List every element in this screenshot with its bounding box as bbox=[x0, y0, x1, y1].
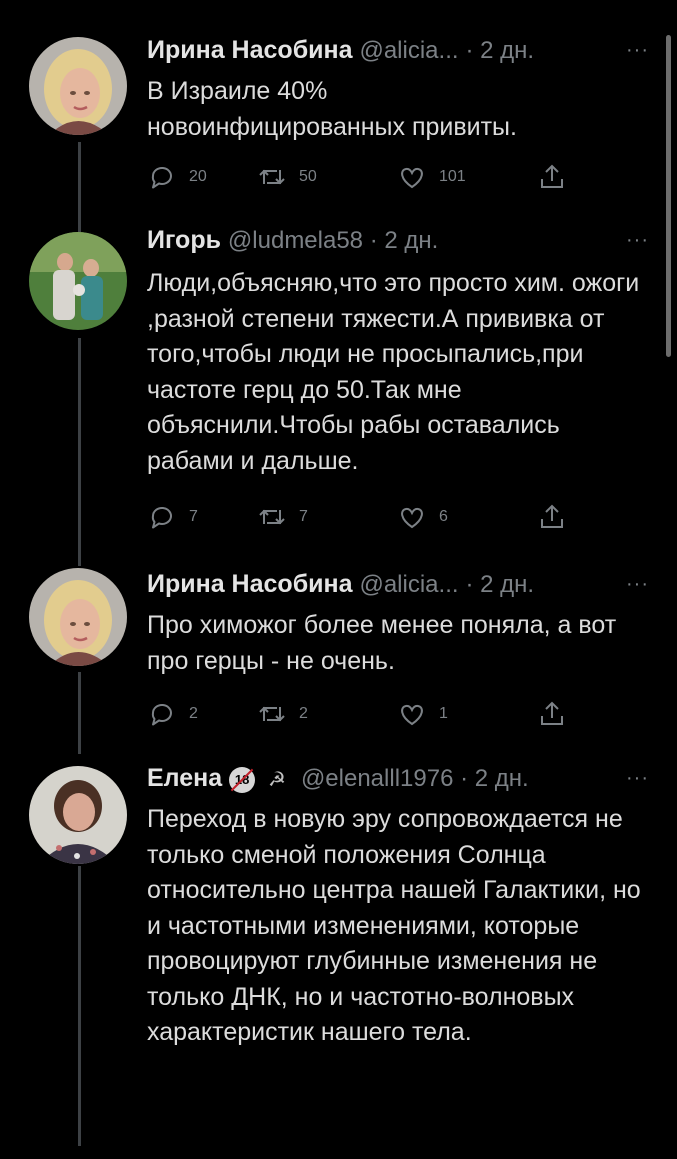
tweet-text: Люди,объясняю,что это просто хим. ожоги … bbox=[147, 269, 640, 475]
author-name[interactable]: Игорь bbox=[147, 226, 221, 254]
scrollbar[interactable] bbox=[666, 35, 671, 357]
share-icon bbox=[541, 701, 563, 725]
more-options-icon[interactable]: ··· bbox=[626, 760, 649, 796]
author-handle[interactable]: @alicia... bbox=[359, 37, 458, 64]
reply-button[interactable]: 20 bbox=[147, 160, 207, 194]
tweet-text: Про химожог более менее поняла, а вот пр… bbox=[147, 611, 617, 675]
reply-count: 20 bbox=[189, 168, 207, 185]
avatar[interactable] bbox=[29, 766, 127, 864]
reply-icon bbox=[151, 506, 172, 529]
retweet-button[interactable]: 7 bbox=[257, 500, 308, 534]
retweet-count: 7 bbox=[299, 508, 308, 525]
retweet-icon bbox=[259, 169, 285, 185]
tweet-text: В Израиле 40% новоинфицированных привиты… bbox=[147, 77, 517, 141]
tweet-actions: 7 7 6 bbox=[147, 500, 577, 534]
reply-icon bbox=[151, 703, 172, 726]
reply-icon bbox=[151, 166, 172, 189]
reply-count: 7 bbox=[189, 508, 198, 525]
heart-icon bbox=[401, 507, 423, 529]
reply-button[interactable]: 7 bbox=[147, 500, 198, 534]
avatar[interactable] bbox=[29, 37, 127, 135]
author-handle[interactable]: @elenalll1976 · 2 дн. bbox=[301, 765, 529, 792]
thread-line bbox=[78, 672, 81, 754]
retweet-count: 2 bbox=[299, 705, 308, 722]
more-options-icon[interactable]: ··· bbox=[626, 32, 649, 68]
author-handle[interactable]: @ludmela58 · 2 дн. bbox=[228, 227, 438, 254]
retweet-button[interactable]: 2 bbox=[257, 697, 308, 731]
more-options-icon[interactable]: ··· bbox=[626, 566, 649, 602]
author-handle[interactable]: @alicia... bbox=[359, 571, 458, 598]
heart-icon bbox=[401, 704, 423, 726]
thread-line bbox=[78, 338, 81, 566]
tweet-header: Елена 18 ☭ @elenalll1976 · 2 дн. ··· bbox=[147, 760, 649, 796]
like-count: 6 bbox=[439, 508, 448, 525]
timestamp[interactable]: · 2 дн. bbox=[465, 37, 534, 64]
more-options-icon[interactable]: ··· bbox=[626, 222, 649, 258]
share-button[interactable] bbox=[537, 697, 567, 731]
timestamp[interactable]: · 2 дн. bbox=[465, 571, 534, 598]
like-count: 101 bbox=[439, 168, 466, 185]
author-name[interactable]: Ирина Насобина bbox=[147, 570, 353, 598]
author-name[interactable]: Ирина Насобина bbox=[147, 36, 353, 64]
share-button[interactable] bbox=[537, 160, 567, 194]
retweet-button[interactable]: 50 bbox=[257, 160, 317, 194]
heart-icon bbox=[401, 167, 423, 189]
thread-line bbox=[78, 142, 81, 232]
hammer-sickle-icon: ☭ bbox=[268, 769, 286, 791]
avatar[interactable] bbox=[29, 232, 127, 330]
tweet-actions: 2 2 1 bbox=[147, 697, 577, 731]
share-icon bbox=[541, 164, 563, 188]
retweet-count: 50 bbox=[299, 168, 317, 185]
tweet-header: Ирина Насобина @alicia... · 2 дн. ··· bbox=[147, 32, 649, 68]
like-count: 1 bbox=[439, 705, 448, 722]
reply-button[interactable]: 2 bbox=[147, 697, 198, 731]
reply-count: 2 bbox=[189, 705, 198, 722]
tweet-actions: 20 50 101 bbox=[147, 160, 577, 194]
thread-line bbox=[78, 866, 81, 1146]
like-button[interactable]: 6 bbox=[397, 500, 448, 534]
tweet-text: Переход в новую эру сопровождается не то… bbox=[147, 805, 641, 1046]
share-icon bbox=[541, 504, 563, 528]
author-name[interactable]: Елена bbox=[147, 764, 222, 792]
tweet-header: Ирина Насобина @alicia... · 2 дн. ··· bbox=[147, 566, 649, 602]
share-button[interactable] bbox=[537, 500, 567, 534]
avatar[interactable] bbox=[29, 568, 127, 666]
retweet-icon bbox=[259, 509, 285, 525]
no-under-18-icon: 18 bbox=[229, 767, 256, 793]
like-button[interactable]: 1 bbox=[397, 697, 448, 731]
like-button[interactable]: 101 bbox=[397, 160, 466, 194]
retweet-icon bbox=[259, 706, 285, 722]
tweet-header: Игорь @ludmela58 · 2 дн. ··· bbox=[147, 222, 649, 258]
